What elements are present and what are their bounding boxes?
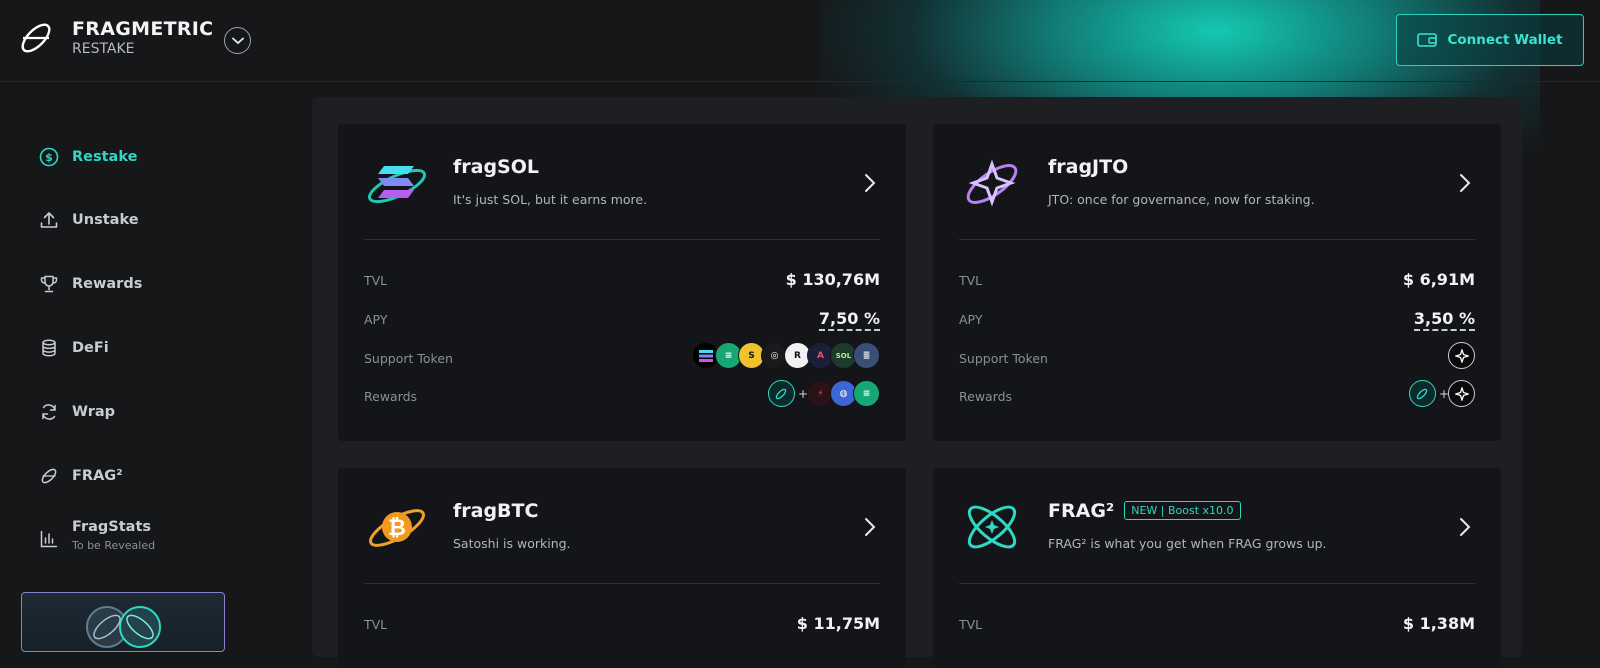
database-icon — [38, 337, 60, 359]
tvl-value: $ 1,38M — [1402, 614, 1475, 633]
card-title-text: FRAG² — [1048, 500, 1115, 522]
divider — [959, 583, 1475, 584]
chevron-right-icon — [1460, 518, 1471, 536]
divider — [959, 239, 1475, 240]
brand[interactable]: FRAGMETRIC RESTAKE — [16, 18, 213, 58]
brand-name: FRAGMETRIC — [72, 18, 214, 40]
dollar-circle-icon: $ — [38, 146, 60, 168]
connect-wallet-label: Connect Wallet — [1447, 32, 1563, 48]
support-token-icons: ≡ S ◎ R A SOL ≣ — [692, 342, 880, 369]
upload-icon — [38, 209, 60, 231]
new-boost-badge: NEW | Boost x10.0 — [1124, 501, 1241, 520]
divider — [364, 583, 880, 584]
sidebar-item-label: Rewards — [72, 276, 143, 292]
tvl-value: $ 6,91M — [1402, 270, 1475, 289]
rewards-icons: + — [1408, 380, 1475, 407]
sidebar-item-fragstats[interactable]: FragStats To be Revealed — [38, 519, 155, 552]
sidebar-item-label: Wrap — [72, 404, 116, 420]
connect-wallet-button[interactable]: Connect Wallet — [1396, 14, 1584, 66]
vault-card-fragbtc[interactable]: ₿ fragBTC Satoshi is working. TVL $ 11,7… — [338, 468, 906, 668]
fragmetric-logo-icon — [21, 23, 51, 53]
support-token-label: Support Token — [364, 351, 453, 366]
sidebar-item-rewards[interactable]: Rewards — [38, 273, 142, 295]
card-title: fragBTC — [453, 500, 539, 522]
rewards-label: Rewards — [959, 389, 1013, 404]
sidebar-item-label: DeFi — [72, 340, 109, 356]
sidebar-item-label: FRAG² — [72, 468, 123, 484]
apy-label: APY — [959, 312, 983, 327]
tvl-label: TVL — [959, 273, 983, 288]
card-description: FRAG² is what you get when FRAG grows up… — [1048, 536, 1327, 551]
product-switcher-button[interactable] — [224, 27, 251, 54]
sidebar-item-unstake[interactable]: Unstake — [38, 209, 139, 231]
brand-subtitle: RESTAKE — [72, 41, 135, 57]
card-title: FRAG² NEW | Boost x10.0 — [1048, 500, 1241, 522]
svg-text:$: $ — [45, 151, 53, 164]
chevron-down-icon — [231, 37, 244, 44]
frag-reward-icon[interactable] — [1408, 380, 1436, 407]
vault-card-fragjto[interactable]: fragJTO JTO: once for governance, now fo… — [933, 124, 1501, 441]
svg-text:₿: ₿ — [388, 516, 406, 541]
top-header: FRAGMETRIC RESTAKE Connect Wallet — [0, 0, 1600, 82]
bar-chart-icon — [38, 528, 60, 550]
tvl-label: TVL — [959, 617, 983, 632]
support-token-label: Support Token — [959, 351, 1048, 366]
sidebar-item-frag-squared[interactable]: FRAG² — [38, 465, 123, 487]
apy-value[interactable]: 3,50 % — [1413, 309, 1475, 331]
card-title: fragJTO — [1048, 156, 1129, 178]
rewards-icons: + ⚡ ◍ ≡ — [767, 380, 880, 407]
vault-card-frag-squared[interactable]: FRAG² NEW | Boost x10.0 FRAG² is what you… — [933, 468, 1501, 668]
tvl-value: $ 11,75M — [796, 614, 880, 633]
sidebar: $ Restake Unstake Rewards DeFi Wrap FRAG… — [0, 82, 280, 652]
frag-squared-logo-icon — [967, 505, 1017, 549]
chevron-right-icon — [865, 518, 876, 536]
jto-token-icon[interactable] — [1448, 342, 1475, 369]
fragjto-logo-icon — [966, 159, 1018, 207]
card-description: Satoshi is working. — [453, 536, 571, 551]
jto-reward-icon[interactable] — [1448, 380, 1475, 407]
tvl-value: $ 130,76M — [785, 270, 880, 289]
rewards-label: Rewards — [364, 389, 418, 404]
promo-banner[interactable] — [21, 592, 225, 652]
chevron-right-icon — [1460, 174, 1471, 192]
frag-reward-icon[interactable] — [767, 380, 795, 407]
fragbtc-logo-icon: ₿ — [369, 509, 425, 547]
hsol-token-icon[interactable]: ≣ — [853, 342, 880, 369]
tvl-label: TVL — [364, 273, 388, 288]
atom-orbs-illustration-icon — [86, 606, 161, 648]
apy-label: APY — [364, 312, 388, 327]
sidebar-item-wrap[interactable]: Wrap — [38, 401, 115, 423]
frag-squared-icon — [38, 465, 60, 487]
sidebar-item-restake[interactable]: $ Restake — [38, 146, 137, 168]
jito-reward-icon[interactable]: ≡ — [853, 380, 880, 407]
card-description: It's just SOL, but it earns more. — [453, 192, 648, 207]
tvl-label: TVL — [364, 617, 388, 632]
card-title: fragSOL — [453, 156, 540, 178]
sidebar-item-sublabel: To be Revealed — [72, 539, 156, 552]
refresh-icon — [38, 401, 60, 423]
fragsol-logo-icon — [367, 166, 427, 204]
sidebar-item-label: Unstake — [72, 212, 139, 228]
support-token-icons — [1448, 342, 1475, 369]
apy-value[interactable]: 7,50 % — [818, 309, 880, 331]
trophy-icon — [38, 273, 60, 295]
wallet-icon — [1417, 33, 1438, 47]
sidebar-item-defi[interactable]: DeFi — [38, 337, 109, 359]
sidebar-item-label: FragStats — [72, 519, 152, 535]
vault-card-fragsol[interactable]: fragSOL It's just SOL, but it earns more… — [338, 124, 906, 441]
card-description: JTO: once for governance, now for stakin… — [1048, 192, 1315, 207]
chevron-right-icon — [865, 174, 876, 192]
sidebar-item-label: Restake — [72, 149, 138, 165]
divider — [364, 239, 880, 240]
